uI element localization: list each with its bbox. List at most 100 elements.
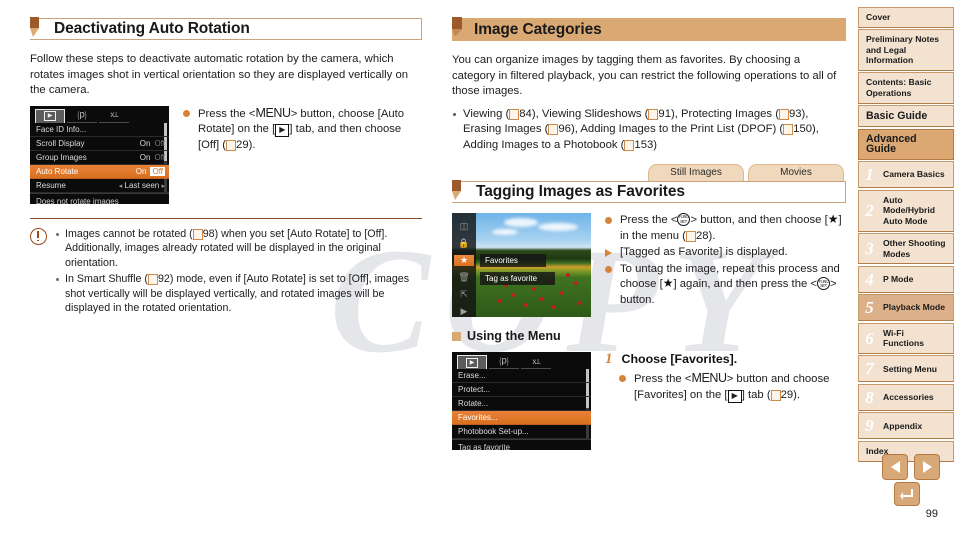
- protect-icon[interactable]: 🔒: [454, 238, 474, 249]
- bullet-triangle-icon: [605, 249, 612, 258]
- camera-tab-playback[interactable]: ▶: [35, 108, 65, 123]
- next-page-button[interactable]: [914, 454, 940, 480]
- chapter-number: 5: [865, 298, 874, 318]
- sidebar-item-p-mode[interactable]: 4 P Mode: [858, 265, 954, 293]
- camera-row-resume[interactable]: Resume ◂ Last seen ▸: [30, 179, 169, 193]
- step-number: 1: [605, 351, 613, 367]
- instruction-list-left: Press the <MENU> button, choose [Auto Ro…: [183, 106, 422, 155]
- row-label: Rotate...: [458, 399, 489, 408]
- chapter-number: 8: [865, 387, 874, 407]
- page-ref-book-icon: [783, 124, 794, 135]
- sidebar-item-camera-basics[interactable]: 1 Camera Basics: [858, 161, 954, 189]
- row-value-on[interactable]: On: [136, 167, 147, 176]
- bullet-dot-icon: [605, 217, 612, 224]
- camera-row-face-id-info[interactable]: Face ID Info...: [30, 123, 169, 137]
- instruction-text: Press the < FUNC SET > button, and then cho…: [620, 212, 842, 242]
- tab-still-images[interactable]: Still Images: [648, 164, 744, 181]
- row-value: Last seen: [124, 180, 160, 190]
- camera-row-auto-rotate[interactable]: Auto Rotate On Off: [30, 164, 169, 179]
- page-ref-book-icon: [778, 108, 789, 120]
- sidebar-item-advanced-guide[interactable]: Advanced Guide: [858, 128, 954, 160]
- subsection-title: Tagging Images as Favorites: [476, 183, 685, 200]
- instruction-item: To untag the image, repeat this process …: [605, 262, 846, 309]
- rotate-icon[interactable]: ◫: [454, 221, 474, 232]
- slideshow-icon[interactable]: ▶: [454, 306, 474, 317]
- tab-movies[interactable]: Movies: [748, 164, 844, 181]
- camera-tab-strip: ▶ ⒫ x⟂: [30, 106, 169, 123]
- row-value-off: Off: [154, 152, 165, 162]
- func-set-button-glyph: FUNC SET: [817, 277, 830, 291]
- star-glyph-icon: ★: [827, 212, 839, 226]
- sidebar-item-auto-mode[interactable]: 2 Auto Mode/Hybrid Auto Mode: [858, 189, 954, 232]
- sidebar-item-appendix[interactable]: 9 Appendix: [858, 412, 954, 440]
- chapter-number: 2: [865, 201, 874, 221]
- favorites-star-icon[interactable]: ★: [454, 255, 474, 266]
- row-label: Resume: [36, 180, 66, 190]
- subsection-header-tagging-favorites: Tagging Images as Favorites: [452, 180, 846, 203]
- camera-tab-print[interactable]: ⒫: [67, 109, 97, 123]
- camera-footer-hint: Tag as favorite: [452, 439, 591, 450]
- subhead-using-the-menu: Using the Menu: [452, 329, 846, 343]
- camera-tab-settings[interactable]: x⟂: [99, 109, 129, 123]
- chapter-number: 4: [865, 269, 874, 289]
- row-label: Erase...: [458, 371, 486, 380]
- instruction-text: Press the <MENU> button and choose [Favo…: [634, 371, 830, 403]
- instruction-text: [Tagged as Favorite] is displayed.: [620, 246, 788, 259]
- transfer-icon[interactable]: ⇱: [454, 289, 474, 300]
- camera-tab-print[interactable]: ⒫: [489, 355, 519, 369]
- sidebar-item-label: P Mode: [883, 273, 914, 284]
- menu-button-glyph: MENU: [691, 371, 727, 385]
- sidebar-item-label: Wi-Fi Functions: [883, 327, 925, 349]
- favorites-figure-row: ◫ 🔒 ★ 🗑 ⇱ ▶ Favorites Tag as favorite Pr…: [452, 213, 846, 317]
- camera-row-scroll-display[interactable]: Scroll Display On Off: [30, 137, 169, 151]
- page-ref-book-icon: [548, 124, 559, 135]
- page-number: 99: [925, 508, 938, 520]
- camera-tab-playback[interactable]: ▶: [457, 355, 487, 369]
- sidebar-item-playback-mode[interactable]: 5 Playback Mode: [858, 294, 954, 322]
- page-title: Deactivating Auto Rotation: [54, 20, 250, 37]
- chapter-number: 1: [865, 165, 874, 185]
- page-ref-number: 98: [202, 227, 215, 240]
- camera-row-group-images[interactable]: Group Images On Off: [30, 151, 169, 165]
- row-value-on: On: [139, 138, 151, 148]
- left-arrow-icon[interactable]: ◂: [119, 183, 123, 190]
- row-value-off-selected[interactable]: Off: [150, 166, 165, 176]
- sidebar-item-label: Accessories: [883, 392, 934, 403]
- sidebar-item-basic-guide[interactable]: Basic Guide: [858, 105, 954, 128]
- camera-screen-auto-rotate: ▶ ⒫ x⟂ Face ID Info... Scroll Display On…: [30, 105, 169, 204]
- camera-row-favorites[interactable]: Favorites...: [452, 411, 591, 425]
- operations-list: Viewing (84), Viewing Slideshows (91), P…: [452, 107, 846, 154]
- note-divider: [30, 217, 422, 219]
- camera-row-photobook-setup[interactable]: Photobook Set-up...: [452, 425, 591, 439]
- sidebar-item-other-shooting-modes[interactable]: 3 Other Shooting Modes: [858, 233, 954, 265]
- sidebar-item-setting-menu[interactable]: 7 Setting Menu: [858, 355, 954, 383]
- instruction-list-favorites: Press the < FUNC SET > button, and then cho…: [605, 213, 846, 310]
- previous-page-button[interactable]: [882, 454, 908, 480]
- func-set-button-glyph: FUNC SET: [677, 213, 691, 226]
- camera-screen-favorites-func: ◫ 🔒 ★ 🗑 ⇱ ▶ Favorites Tag as favorite: [452, 213, 591, 317]
- note-list: Images cannot be rotated (98) when you s…: [56, 227, 422, 318]
- page-ref-book-icon: [648, 108, 659, 120]
- chapter-number: 3: [865, 239, 874, 259]
- camera-row-rotate[interactable]: Rotate...: [452, 397, 591, 411]
- func-description: Tag as favorite: [480, 272, 556, 285]
- sidebar-item-cover[interactable]: Cover: [858, 7, 954, 28]
- instruction-text: To untag the image, repeat this process …: [620, 262, 840, 306]
- back-button[interactable]: [894, 482, 920, 506]
- right-arrow-icon[interactable]: ▸: [161, 183, 165, 190]
- step-title: Choose [Favorites].: [621, 352, 738, 366]
- sidebar-item-contents-basic-operations[interactable]: Contents: Basic Operations: [858, 72, 954, 104]
- camera-row-erase[interactable]: Erase...: [452, 369, 591, 383]
- row-value-off: Off: [154, 138, 165, 148]
- sidebar-item-accessories[interactable]: 8 Accessories: [858, 383, 954, 411]
- page-ref-book-icon: [685, 230, 696, 242]
- sidebar-item-wifi-functions[interactable]: 6 Wi-Fi Functions: [858, 322, 954, 354]
- camera-row-protect[interactable]: Protect...: [452, 383, 591, 397]
- erase-icon[interactable]: 🗑: [454, 272, 474, 283]
- bookmark-flag-icon: [452, 17, 462, 36]
- camera-tab-settings[interactable]: x⟂: [521, 355, 551, 369]
- sidebar-item-preliminary-notes[interactable]: Preliminary Notes and Legal Information: [858, 29, 954, 71]
- bookmark-flag-icon: [30, 17, 39, 37]
- bullet-dot-icon: [619, 375, 626, 382]
- left-column: Deactivating Auto Rotation Follow these …: [30, 17, 422, 318]
